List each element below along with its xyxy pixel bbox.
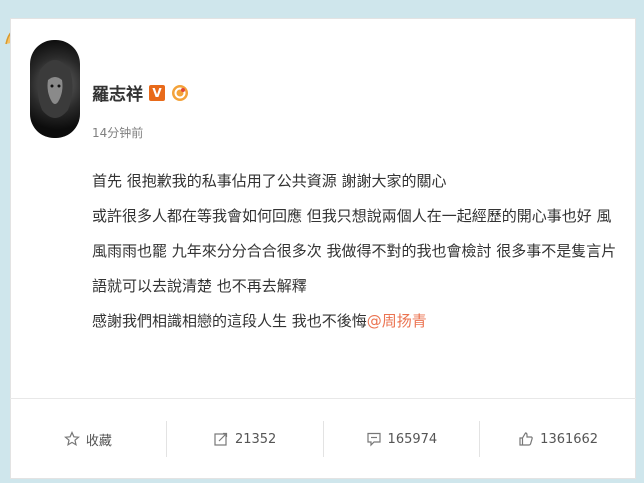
star-icon xyxy=(63,431,80,447)
comment-count: 165974 xyxy=(387,431,438,447)
lion-avatar-icon xyxy=(37,60,73,118)
repost-button[interactable]: 21352 xyxy=(165,421,323,457)
post-last-line: 感謝我們相識相戀的這段人生 我也不後悔@周扬青 xyxy=(92,304,622,339)
like-button[interactable]: 1361662 xyxy=(479,421,636,457)
repost-count: 21352 xyxy=(234,431,277,447)
verified-v-icon: V xyxy=(149,84,165,101)
avatar[interactable] xyxy=(30,40,80,138)
favorite-button[interactable]: 收藏 xyxy=(10,421,166,457)
post-content: 首先 很抱歉我的私事佔用了公共資源 謝謝大家的關心 或許很多人都在等我會如何回應… xyxy=(92,164,622,339)
post-last-line-text: 感謝我們相識相戀的這段人生 我也不後悔 xyxy=(92,312,367,330)
like-count: 1361662 xyxy=(540,431,599,447)
mention-link[interactable]: @周扬青 xyxy=(367,312,427,330)
author-row: 羅志祥 V xyxy=(92,80,189,105)
comment-button[interactable]: 165974 xyxy=(322,421,480,457)
post-paragraph: 首先 很抱歉我的私事佔用了公共資源 謝謝大家的關心 xyxy=(92,172,447,190)
repost-icon xyxy=(214,432,228,446)
post-paragraph: 或許很多人都在等我會如何回應 但我只想說兩個人在一起經歷的開心事也好 風風雨雨也… xyxy=(92,207,617,295)
thumbs-up-icon xyxy=(519,432,533,446)
ring-badge-icon[interactable] xyxy=(171,84,189,102)
favorite-label: 收藏 xyxy=(85,433,112,449)
comment-icon xyxy=(366,432,381,447)
post-time[interactable]: 14分钟前 xyxy=(92,124,143,141)
author-name[interactable]: 羅志祥 xyxy=(92,80,143,105)
post-action-bar: 收藏 21352 165974 1361662 xyxy=(10,398,636,479)
